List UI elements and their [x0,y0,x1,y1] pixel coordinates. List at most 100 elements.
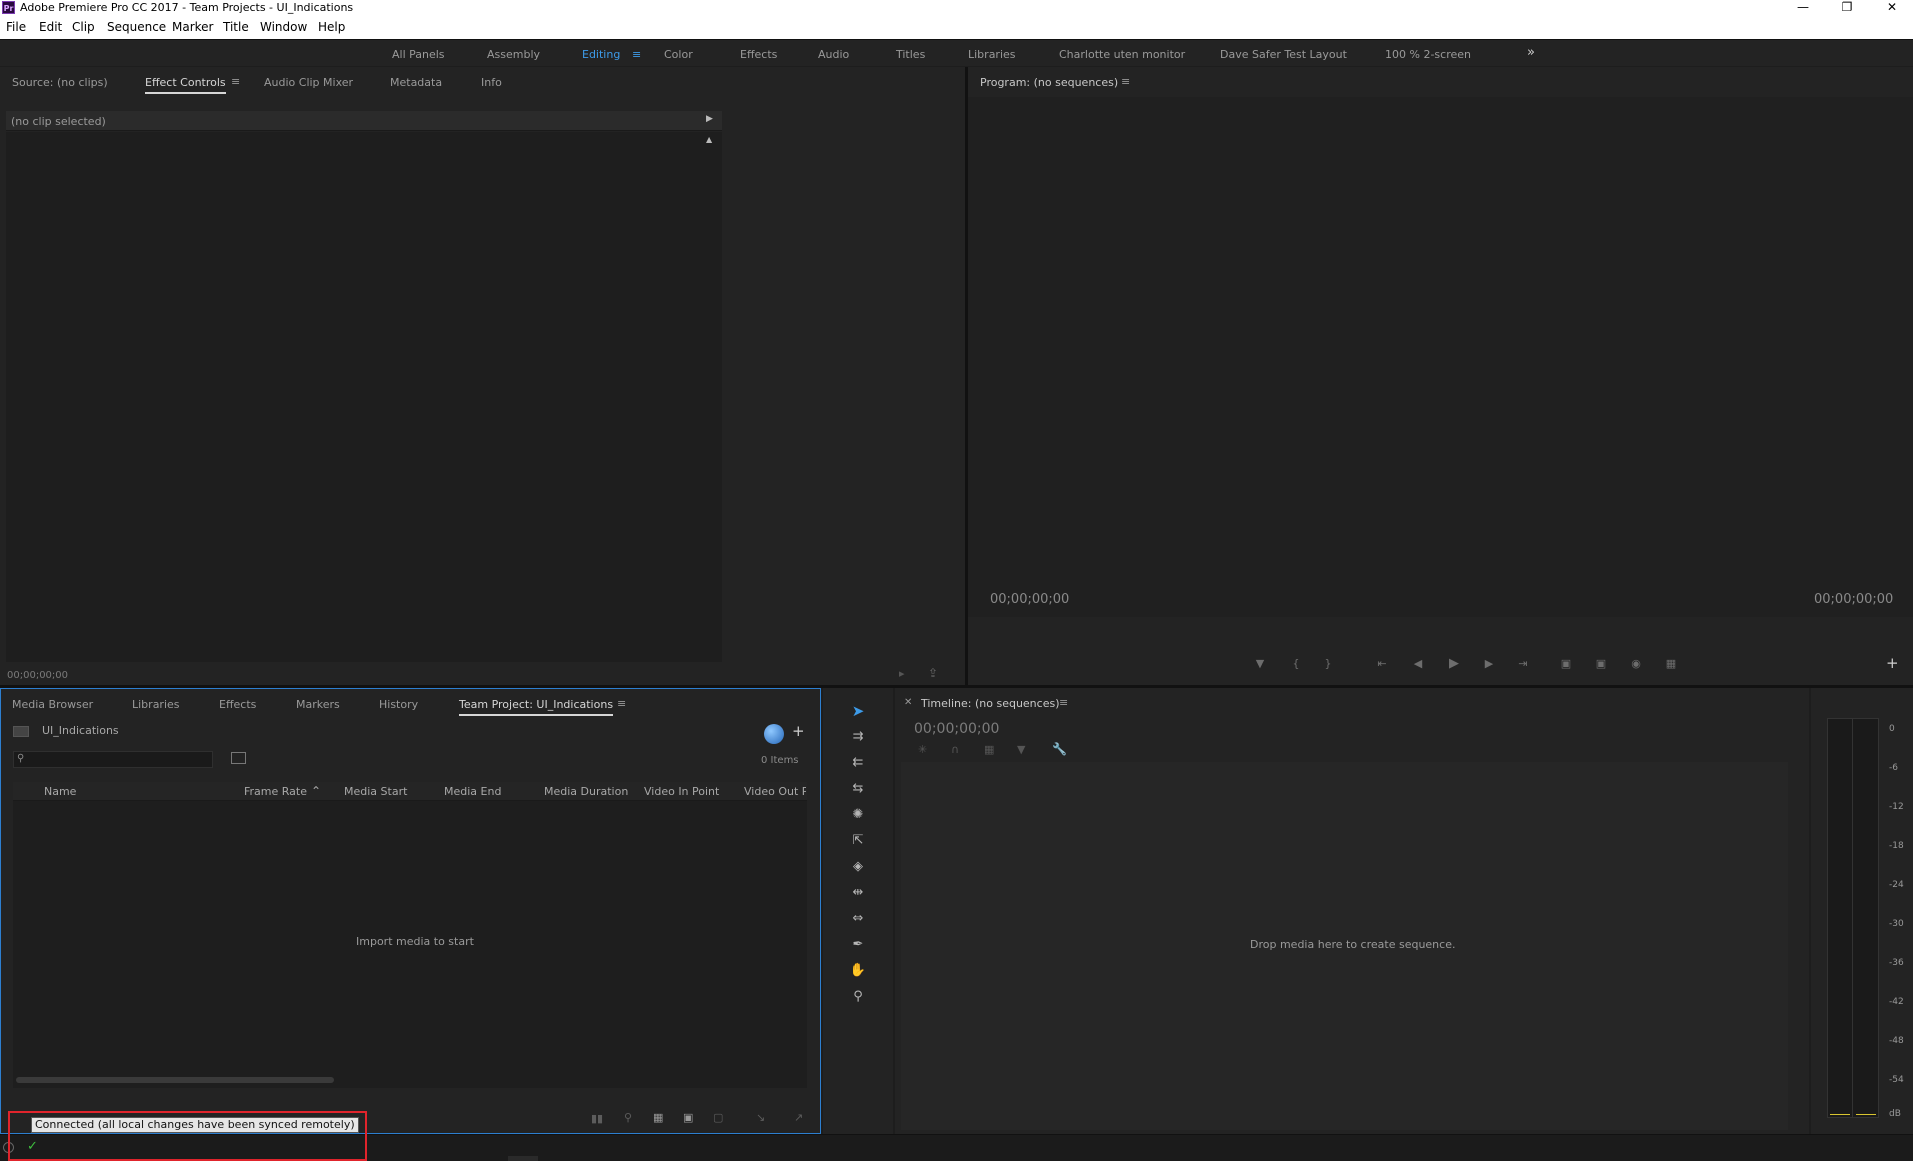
workspace-effects[interactable]: Effects [740,48,777,61]
column-video-out-point[interactable]: Video Out Po [744,785,806,798]
snap-icon[interactable]: ∩ [951,743,959,756]
export-icon[interactable]: ⇪ [928,666,938,680]
button-editor-add-icon[interactable]: + [1886,654,1899,672]
project-horizontal-scrollbar[interactable] [16,1077,334,1083]
automate-to-sequence-icon[interactable]: ↘ [756,1111,765,1124]
menu-marker[interactable]: Marker [172,20,213,34]
add-icon[interactable]: + [792,722,805,740]
mark-out-icon[interactable]: } [1318,657,1338,670]
nest-icon[interactable]: ✳ [918,743,927,756]
rate-stretch-icon[interactable]: ⇱ [847,832,869,850]
export-frame-icon[interactable]: ◉ [1626,657,1646,670]
freeform-view-icon[interactable]: ▮▮ [591,1112,603,1125]
clear-trash-icon[interactable]: ▢ [713,1111,723,1124]
workspace-editing-menu-icon[interactable]: ≡ [632,48,641,61]
go-to-out-icon[interactable]: ⇥ [1513,657,1533,670]
tab-markers[interactable]: Markers [296,698,340,711]
tab-audio-clip-mixer[interactable]: Audio Clip Mixer [264,76,353,89]
track-select-backward-icon[interactable]: ⇇ [847,754,869,772]
menu-sequence[interactable]: Sequence [107,20,166,34]
tab-metadata[interactable]: Metadata [390,76,442,89]
tab-history[interactable]: History [379,698,418,711]
tab-info[interactable]: Info [481,76,502,89]
ripple-edit-icon[interactable]: ⇆ [847,780,869,798]
workspace-editing[interactable]: Editing [582,48,620,61]
new-item-icon[interactable]: ▣ [683,1111,693,1124]
workspace-2-screen[interactable]: 100 % 2-screen [1385,48,1471,61]
menu-file[interactable]: File [6,20,26,34]
expand-icon[interactable]: ↗ [794,1111,803,1124]
sort-ascending-icon[interactable]: ⌃ [311,784,321,798]
program-title[interactable]: Program: (no sequences) [980,76,1118,89]
linked-selection-icon[interactable]: ▦ [984,743,994,756]
tab-libraries[interactable]: Libraries [132,698,180,711]
workspace-assembly[interactable]: Assembly [487,48,540,61]
pen-tool-icon[interactable]: ✒ [847,936,869,954]
slide-tool-icon[interactable]: ⇔ [847,910,869,928]
column-frame-rate[interactable]: Frame Rate [244,785,307,798]
hand-tool-icon[interactable]: ✋ [847,962,869,980]
workspace-color[interactable]: Color [664,48,693,61]
expand-arrow-icon[interactable]: ▶ [706,114,713,124]
team-project-menu-icon[interactable]: ≡ [617,697,626,710]
tab-team-project[interactable]: Team Project: UI_Indications [459,698,614,716]
slip-tool-icon[interactable]: ⇹ [847,884,869,902]
workspace-overflow-icon[interactable]: » [1527,45,1535,60]
column-video-in-point[interactable]: Video In Point [644,785,719,798]
column-name[interactable]: Name [44,785,76,798]
column-media-end[interactable]: Media End [444,785,501,798]
workspace-charlotte[interactable]: Charlotte uten monitor [1059,48,1185,61]
column-media-start[interactable]: Media Start [344,785,407,798]
tab-source[interactable]: Source: (no clips) [12,76,108,89]
restore-icon[interactable]: ❐ [1827,0,1867,15]
step-forward-icon[interactable]: ▶ [1479,657,1499,670]
wrench-icon[interactable]: 🔧 [1052,742,1067,756]
razor-tool-icon[interactable]: ◈ [847,858,869,876]
overwrite-icon[interactable]: ▣ [1591,657,1611,670]
timeline-title[interactable]: Timeline: (no sequences) [921,697,1060,710]
timeline-menu-icon[interactable]: ≡ [1059,696,1068,709]
menu-clip[interactable]: Clip [72,20,95,34]
workspace-dave[interactable]: Dave Safer Test Layout [1220,48,1347,61]
column-media-duration[interactable]: Media Duration [544,785,628,798]
play-icon[interactable]: ▶ [1444,656,1464,671]
zoom-tool-icon[interactable]: ⚲ [847,988,869,1006]
project-search-input[interactable]: ⚲ [13,751,213,768]
menu-window[interactable]: Window [260,20,307,34]
tab-effect-controls[interactable]: Effect Controls [145,76,226,94]
workspace-all-panels[interactable]: All Panels [392,48,445,61]
new-bin-icon[interactable]: ▦ [653,1111,663,1124]
close-window-icon[interactable]: ✕ [1872,0,1912,15]
timeline-track-area[interactable]: Drop media here to create sequence. [901,762,1788,1130]
insert-icon[interactable]: ▣ [1556,657,1576,670]
menu-title[interactable]: Title [223,20,249,34]
mark-in-icon[interactable]: { [1286,657,1306,670]
program-menu-icon[interactable]: ≡ [1121,75,1130,88]
minimize-icon[interactable]: — [1783,0,1823,15]
add-marker-icon[interactable]: ▼ [1250,657,1270,670]
selection-tool-icon[interactable]: ➤ [847,702,869,720]
comparison-view-icon[interactable]: ▦ [1661,657,1681,670]
step-back-icon[interactable]: ◀ [1408,657,1428,670]
go-to-in-icon[interactable]: ⇤ [1372,657,1392,670]
scroll-up-icon[interactable]: ▲ [706,135,712,144]
menu-help[interactable]: Help [318,20,345,34]
workspace-titles[interactable]: Titles [896,48,925,61]
workspace-audio[interactable]: Audio [818,48,849,61]
track-select-forward-icon[interactable]: ⇉ [847,728,869,746]
project-bin-list[interactable]: Import media to start [13,801,807,1088]
rolling-edit-icon[interactable]: ✺ [847,806,869,824]
team-sync-globe-icon[interactable] [764,724,784,744]
workspace-libraries[interactable]: Libraries [968,48,1016,61]
close-timeline-icon[interactable]: ✕ [904,697,912,708]
tab-effects[interactable]: Effects [219,698,256,711]
menu-edit[interactable]: Edit [39,20,62,34]
effect-controls-menu-icon[interactable]: ≡ [231,75,240,88]
new-search-bin-icon[interactable] [231,752,246,764]
find-icon[interactable]: ⚲ [624,1111,632,1124]
status-scroll-handle[interactable] [508,1156,538,1161]
filter-icon[interactable]: ▸ [899,667,905,680]
tab-media-browser[interactable]: Media Browser [12,698,93,711]
timeline-timecode[interactable]: 00;00;00;00 [914,721,999,737]
timeline-marker-icon[interactable]: ▼ [1017,743,1025,756]
